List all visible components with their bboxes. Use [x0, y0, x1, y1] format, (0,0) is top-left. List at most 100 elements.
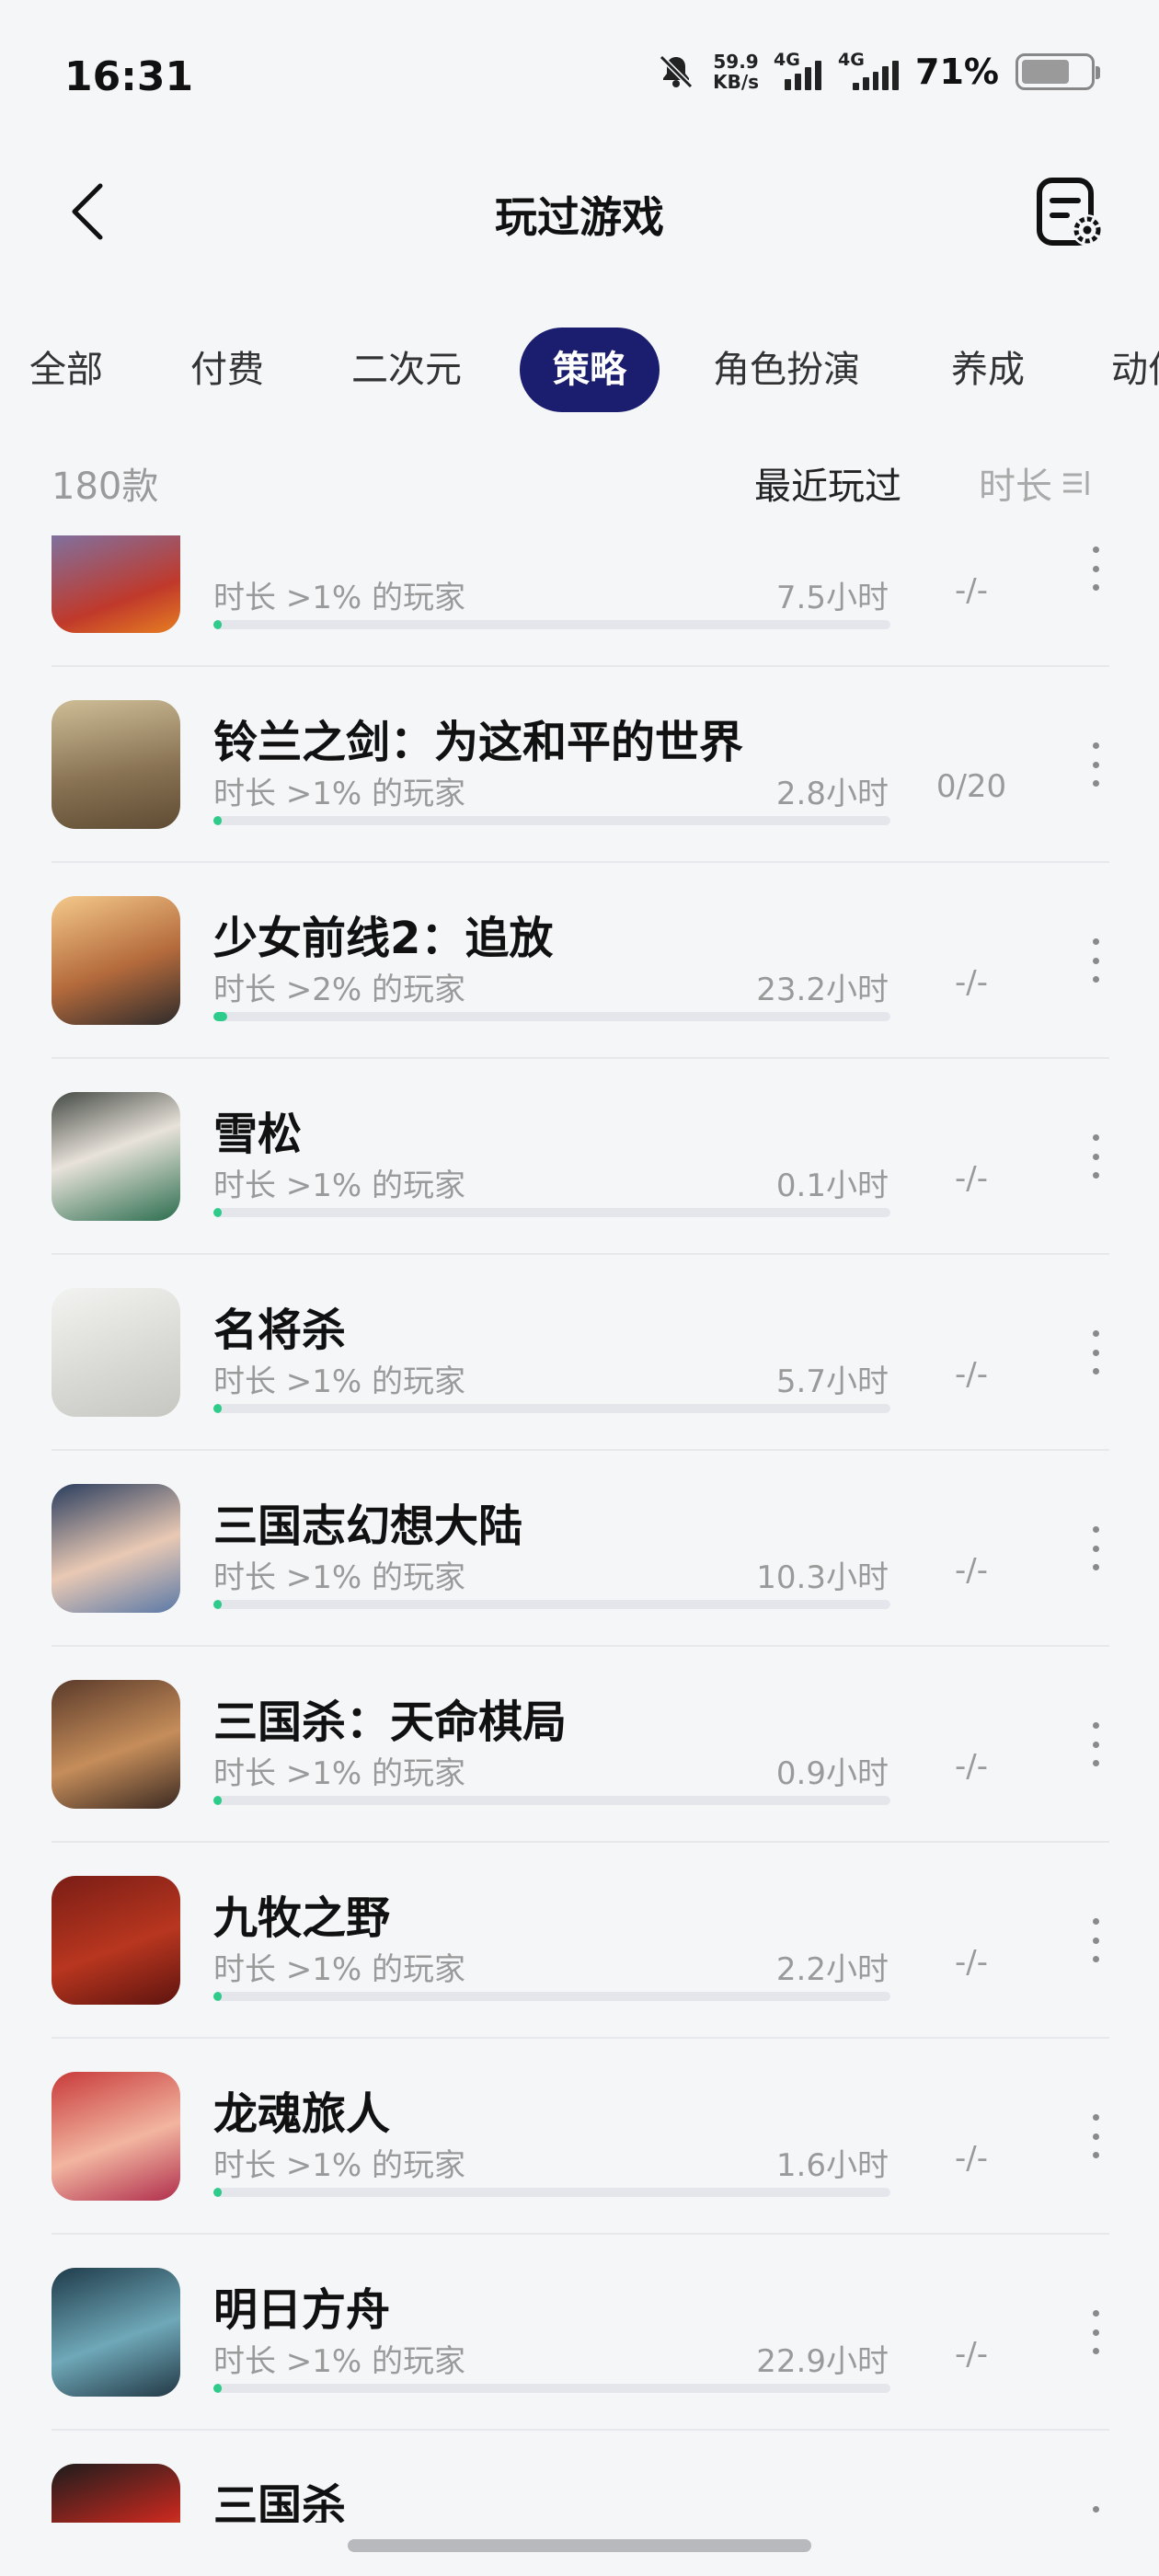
battery-fill: [1022, 60, 1070, 84]
playtime-progress-bar: [213, 1404, 890, 1413]
battery-percent: 71%: [915, 52, 999, 92]
game-icon[interactable]: [52, 1092, 180, 1221]
game-playtime-rank: 时长 >1% 的玩家: [213, 580, 466, 616]
status-time: 16:31: [64, 53, 194, 100]
sort-duration-button[interactable]: 时长: [979, 456, 1091, 510]
game-list-content: 时长 >1% 的玩家 7.5小时 -/- 铃兰之剑：为这和平的世界 时长 >1% 的玩家…: [0, 535, 1159, 2523]
list-item[interactable]: 时长 >1% 的玩家 7.5小时 -/-: [52, 535, 1109, 667]
home-indicator[interactable]: [348, 2539, 811, 2552]
playtime-progress-fill: [213, 1600, 222, 1609]
game-icon[interactable]: [52, 2268, 180, 2397]
more-options-icon[interactable]: [1082, 1521, 1109, 1576]
tab-anime[interactable]: 二次元: [351, 328, 462, 412]
more-options-icon[interactable]: [1082, 1913, 1109, 1968]
game-name: 三国志幻想大陆: [213, 1501, 523, 1552]
list-item[interactable]: 三国杀：天命棋局 时长 >1% 的玩家 0.9小时 -/-: [52, 1647, 1109, 1843]
game-hours: 5.7小时: [775, 1363, 889, 1400]
playtime-progress-bar: [213, 2384, 890, 2393]
sort-duration-label: 时长: [979, 466, 1052, 508]
game-playtime-rank: 时长 >1% 的玩家: [213, 776, 466, 812]
list-item[interactable]: 雪松时长 >1% 的玩家 0.1小时 -/-: [52, 1059, 1109, 1255]
game-hours: 0.9小时: [775, 1755, 889, 1792]
bell-muted-icon: [659, 54, 694, 89]
playtime-progress-fill: [213, 2188, 222, 2197]
sort-recent-button[interactable]: 最近玩过: [754, 456, 901, 510]
game-name: 雪松: [213, 1109, 303, 1160]
game-name: 明日方舟: [213, 2284, 391, 2336]
playtime-progress-bar: [213, 1600, 890, 1609]
game-name: 三国杀: [213, 2480, 347, 2523]
game-hours: 23.2小时: [756, 972, 889, 1008]
game-icon[interactable]: [52, 896, 180, 1025]
game-name: 铃兰之剑：为这和平的世界: [213, 717, 744, 768]
game-icon[interactable]: [52, 535, 180, 633]
game-count: 180款: [52, 466, 159, 508]
tab-paid[interactable]: 付费: [190, 328, 264, 412]
game-icon[interactable]: [52, 1680, 180, 1809]
signal-icon: 4G: [838, 50, 900, 90]
signal-label: 4G: [774, 50, 800, 70]
list-item[interactable]: 三国志幻想大陆 时长 >1% 的玩家 10.3小时 -/-: [52, 1451, 1109, 1647]
playtime-progress-fill: [213, 620, 222, 629]
game-playtime-rank: 时长 >1% 的玩家: [213, 2343, 466, 2380]
more-options-icon[interactable]: [1082, 2305, 1109, 2360]
playtime-progress-fill: [213, 1404, 222, 1413]
game-icon[interactable]: [52, 1484, 180, 1613]
tab-strategy[interactable]: 策略: [520, 328, 660, 412]
game-achievements: -/-: [955, 1552, 988, 1589]
list-item[interactable]: 少女前线2：追放 时长 >2% 的玩家 23.2小时 -/-: [52, 863, 1109, 1059]
tab-all[interactable]: 全部: [29, 328, 103, 412]
status-icons: 59.9 KB/s 4G 4G 71%: [656, 50, 1100, 92]
game-hours: 10.3小时: [756, 1559, 889, 1596]
list-item[interactable]: 九牧之野 时长 >1% 的玩家 2.2小时 -/-: [52, 1843, 1109, 2039]
playtime-progress-bar: [213, 1992, 890, 2001]
more-options-icon[interactable]: [1082, 1325, 1109, 1380]
playtime-progress-bar: [213, 1012, 890, 1021]
more-options-icon[interactable]: [1082, 541, 1109, 596]
tab-raising[interactable]: 养成: [951, 328, 1025, 412]
more-options-icon[interactable]: [1082, 933, 1109, 988]
game-icon[interactable]: [52, 2464, 180, 2523]
game-achievements: -/-: [955, 2336, 988, 2373]
status-bar: 16:31 59.9 KB/s 4G 4G 71%: [0, 0, 1159, 147]
more-options-icon[interactable]: [1082, 737, 1109, 792]
game-hours: 22.9小时: [756, 2343, 889, 2380]
network-speed-unit: KB/s: [713, 71, 760, 93]
tab-action[interactable]: 动作: [1111, 328, 1159, 412]
more-options-icon[interactable]: [1082, 2501, 1109, 2523]
list-settings-button[interactable]: [1028, 171, 1113, 256]
playtime-progress-fill: [213, 1208, 222, 1217]
more-options-icon[interactable]: [1082, 2109, 1109, 2164]
game-list[interactable]: 时长 >1% 的玩家 7.5小时 -/- 铃兰之剑：为这和平的世界 时长 >1% 的玩家…: [0, 535, 1159, 2523]
list-item[interactable]: 三国杀时长 >1% 的玩家15.2小时-/-: [52, 2431, 1109, 2523]
game-icon[interactable]: [52, 700, 180, 829]
signal-icon: 4G: [774, 50, 823, 90]
tab-rpg[interactable]: 角色扮演: [713, 328, 860, 412]
game-achievements: -/-: [955, 2140, 988, 2177]
game-achievements: -/-: [955, 1356, 988, 1393]
more-options-icon[interactable]: [1082, 1717, 1109, 1772]
game-achievements: -/-: [955, 1160, 988, 1197]
playtime-progress-bar: [213, 1796, 890, 1805]
list-settings-icon: [1037, 178, 1103, 246]
game-playtime-rank: 时长 >1% 的玩家: [213, 1167, 466, 1204]
game-icon[interactable]: [52, 2072, 180, 2201]
game-achievements: -/-: [955, 1944, 988, 1981]
game-icon[interactable]: [52, 1288, 180, 1417]
game-hours: 0.1小时: [775, 1167, 889, 1204]
playtime-progress-fill: [213, 1796, 222, 1805]
list-item[interactable]: 名将杀时长 >1% 的玩家 5.7小时 -/-: [52, 1255, 1109, 1451]
category-tabs: 全部 付费 二次元 策略 角色扮演 养成 动作: [0, 328, 1159, 412]
list-item[interactable]: 龙魂旅人 时长 >1% 的玩家 1.6小时 -/-: [52, 2039, 1109, 2235]
game-name: 三国杀：天命棋局: [213, 1696, 568, 1748]
game-hours: 2.2小时: [775, 1951, 889, 1988]
list-item[interactable]: 明日方舟时长 >1% 的玩家 22.9小时 -/-: [52, 2235, 1109, 2431]
game-playtime-rank: 时长 >2% 的玩家: [213, 972, 466, 1008]
list-item[interactable]: 铃兰之剑：为这和平的世界 时长 >1% 的玩家 2.8小时 0/20: [52, 667, 1109, 863]
game-icon[interactable]: [52, 1876, 180, 2005]
game-hours: 7.5小时: [775, 580, 889, 616]
game-playtime-rank: 时长 >1% 的玩家: [213, 1363, 466, 1400]
game-name: 名将杀: [213, 1305, 347, 1356]
more-options-icon[interactable]: [1082, 1129, 1109, 1184]
network-speed: 59.9 KB/s: [713, 52, 759, 92]
